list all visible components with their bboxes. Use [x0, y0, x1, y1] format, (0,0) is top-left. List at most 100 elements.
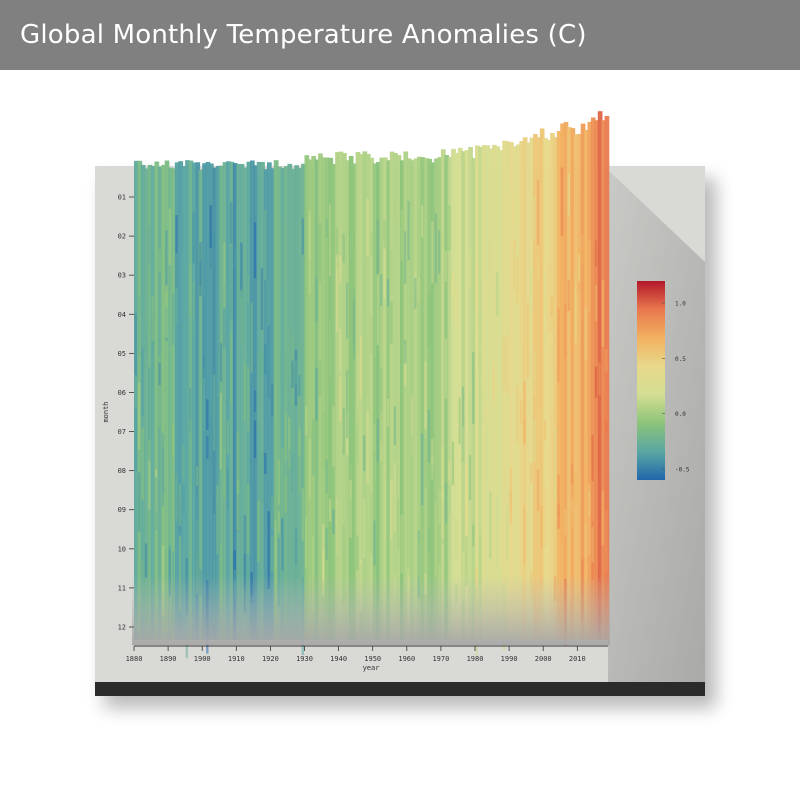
colorbar-tick-label: 0.0	[675, 411, 686, 418]
bar-1907-month-cell	[226, 274, 229, 307]
bar-1907-month-cell	[226, 468, 229, 510]
bar-1921-month-cell	[274, 519, 277, 584]
bar-1975-month-cell	[458, 397, 461, 445]
bar-1954-month-cell	[386, 278, 390, 307]
bar-1956-month-cell	[393, 406, 397, 446]
bar-1913-month-cell	[247, 484, 250, 554]
bar-1903-month-cell	[212, 374, 216, 451]
bar-1908-month-cell	[229, 333, 233, 404]
bar-1926-month-cell	[291, 360, 294, 388]
bar-1932-month-cell	[311, 419, 315, 439]
bar-1953-month-cell	[383, 464, 386, 539]
bar-1957-month-cell	[397, 498, 400, 549]
bar-1911-month-cell	[240, 290, 243, 346]
bar-1999-month-cell	[540, 411, 543, 442]
bar-1952-month-cell	[380, 442, 383, 462]
bar-1902-month-cell	[209, 418, 212, 497]
bar-1898-month-cell	[195, 466, 199, 486]
bar-1918-month-cell	[264, 452, 267, 475]
bar-1997-month-cell	[533, 419, 536, 462]
bar-1940-month-cell	[339, 376, 342, 422]
bar-1991-month-cell	[513, 249, 516, 306]
bar-2014-month-cell	[591, 526, 594, 563]
bar-1924-month-cell	[284, 353, 287, 387]
bar-1965-month-cell	[424, 361, 427, 429]
bar-1891-month-cell	[172, 424, 175, 459]
bar-2008-month-cell	[571, 463, 574, 485]
bar-1966-month-cell	[427, 293, 431, 348]
bar-2001-month-cell	[547, 265, 550, 333]
bar-1964-month-cell	[420, 228, 424, 303]
x-tick-label: 1990	[501, 655, 518, 663]
bar-1997-month-cell	[533, 350, 536, 396]
bar-2018-month-cell	[605, 371, 608, 433]
bar-1885-month-cell	[151, 295, 154, 341]
bar-1994-month-cell	[523, 505, 526, 566]
bar-1979-month-cell	[472, 270, 475, 331]
bar-2018-month-cell	[605, 509, 608, 572]
bar-1945-month-cell	[356, 353, 359, 425]
bar-1912-month-cell	[243, 363, 247, 421]
bar-1897-month-cell	[192, 293, 195, 338]
bar-1911-month-cell	[240, 242, 243, 298]
bar-1928-month-cell	[298, 396, 301, 456]
bar-1916-month-cell	[257, 500, 260, 562]
bar-1989-month-cell	[506, 335, 509, 395]
bar-1941-month-cell	[342, 407, 345, 455]
bar-1949-month-cell	[369, 493, 373, 554]
bar-1997-month-cell	[533, 197, 536, 242]
bar-1901-month-cell	[206, 399, 209, 430]
bar-1985-month-cell	[492, 361, 495, 407]
bar-2002-month-cell	[550, 316, 553, 345]
bar-1925-month-cell	[287, 325, 291, 379]
bar-1924-month-cell	[284, 412, 287, 462]
y-tick-label: 04	[118, 311, 126, 319]
bar-1920-month-cell	[270, 535, 274, 573]
bar-1939-month-cell	[335, 498, 339, 555]
bar-1905-month-cell	[219, 343, 223, 382]
bar-1948-month-cell	[366, 410, 369, 484]
bar-1891-month-cell	[172, 293, 175, 346]
x-tick-label: 1960	[398, 655, 415, 663]
x-tick-label: 1920	[262, 655, 279, 663]
x-tick-label: 1940	[330, 655, 347, 663]
bar-1903-month-cell	[212, 513, 216, 567]
bar-1964-month-cell	[420, 205, 424, 238]
bar-1929-month-cell	[301, 218, 304, 255]
bar-1916-month-cell	[257, 352, 260, 429]
bar-1880-month-cell	[134, 313, 137, 376]
bar-1976-month-cell	[461, 426, 465, 487]
bar-1934-month-cell	[318, 222, 322, 267]
bar-1974-month-cell	[455, 284, 458, 328]
bar-1979-month-cell	[472, 352, 475, 424]
bar-1881-month-cell	[137, 294, 141, 356]
bar-1963-month-cell	[417, 539, 420, 578]
bar-1968-month-cell	[434, 213, 437, 284]
bar-1935-month-cell	[322, 524, 325, 582]
chart-title: Global Monthly Temperature Anomalies (C)	[20, 20, 587, 50]
bar-2000-month-cell	[543, 274, 547, 349]
bar-2003-month-cell	[553, 427, 557, 502]
bar-1957-month-cell	[397, 200, 400, 219]
bar-1942-month-cell	[345, 370, 349, 439]
x-tick-label: 1950	[364, 655, 381, 663]
bar-1908-month-cell	[229, 202, 233, 245]
x-tick-label: 1890	[160, 655, 177, 663]
bar-2007-month-cell	[567, 353, 570, 411]
y-tick-label: 05	[118, 350, 126, 358]
bar-1950-month-cell	[373, 356, 376, 423]
bar-1927-month-cell	[294, 528, 298, 565]
y-tick-label: 10	[118, 545, 126, 553]
bar-1907-month-cell	[226, 420, 229, 455]
bar-1930-month-cell	[305, 406, 308, 436]
bar-1940-month-cell	[339, 255, 342, 284]
bar-2017-month-cell	[601, 490, 605, 546]
bar-1909-month-cell	[233, 248, 236, 268]
bar-1991-month-cell	[513, 193, 516, 228]
bar-1949-month-cell	[369, 232, 373, 256]
y-axis-label: month	[102, 401, 110, 422]
bar-2008-month-cell	[571, 512, 574, 541]
bar-1919-month-cell	[267, 325, 270, 399]
bar-1936-month-cell	[325, 527, 328, 560]
bar-1951-month-cell	[376, 418, 380, 463]
